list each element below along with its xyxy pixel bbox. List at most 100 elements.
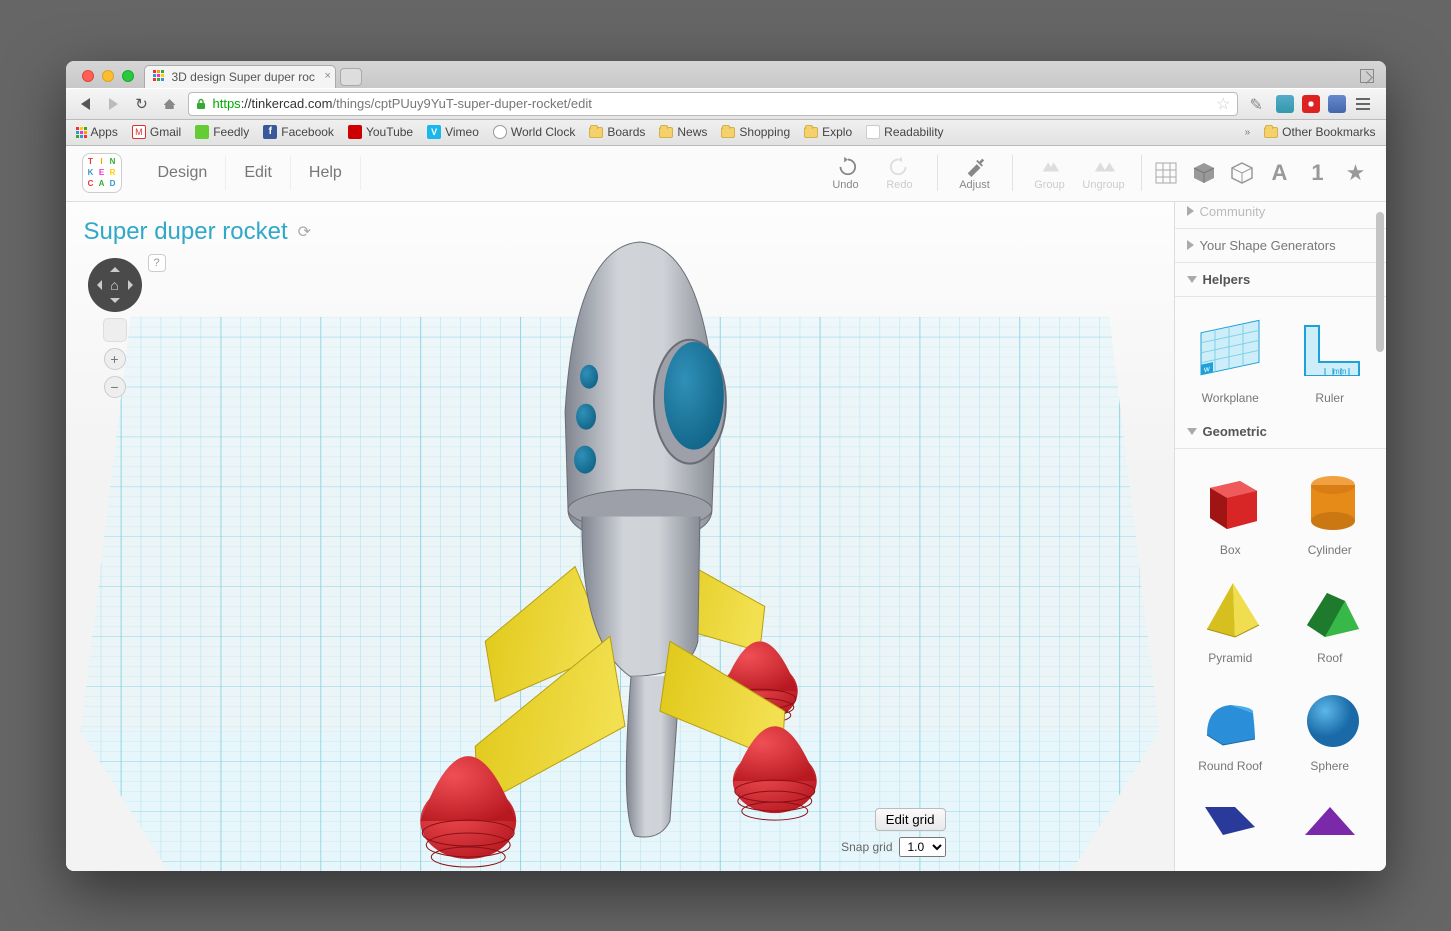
maximize-icon[interactable] xyxy=(1360,69,1374,83)
star-icon[interactable]: ★ xyxy=(1342,159,1370,187)
bookmark-news[interactable]: News xyxy=(659,125,707,139)
number-1-icon[interactable]: 1 xyxy=(1304,159,1332,187)
clock-icon xyxy=(493,125,507,139)
chevron-right-icon xyxy=(1187,206,1194,216)
shape-pyramid[interactable]: Pyramid xyxy=(1183,567,1279,665)
youtube-icon xyxy=(348,125,362,139)
project-title[interactable]: Super duper rocket ⟳ xyxy=(84,218,312,246)
menu-design[interactable]: Design xyxy=(140,156,227,190)
redo-button[interactable]: Redo xyxy=(873,155,927,191)
shape-roundroof[interactable]: Round Roof xyxy=(1183,675,1279,773)
bookmark-readability[interactable]: Readability xyxy=(866,125,943,139)
address-bar[interactable]: https ://tinkercad.com /things/cptPUuy9Y… xyxy=(188,92,1238,116)
action-group: Undo Redo Adjust Group Ung xyxy=(819,155,1370,191)
folder-icon xyxy=(589,127,603,138)
bookmark-feedly[interactable]: Feedly xyxy=(195,125,249,139)
shape-box[interactable]: Box xyxy=(1183,459,1279,557)
hole-cube-icon[interactable] xyxy=(1228,159,1256,187)
bookmark-boards[interactable]: Boards xyxy=(589,125,645,139)
bookmark-vimeo[interactable]: VVimeo xyxy=(427,125,479,139)
folder-icon xyxy=(804,127,818,138)
shapes-panel: Community Your Shape Generators Helpers … xyxy=(1174,202,1386,871)
shape-partial-1[interactable] xyxy=(1183,783,1279,861)
helper-ruler[interactable]: mm Ruler xyxy=(1282,307,1378,405)
overflow-chevron-icon[interactable]: » xyxy=(1245,127,1251,138)
snap-grid-select[interactable]: 1.0 xyxy=(899,837,946,857)
bookmark-shopping[interactable]: Shopping xyxy=(721,125,790,139)
zoom-out-button[interactable]: − xyxy=(104,376,126,398)
bookmark-facebook[interactable]: fFacebook xyxy=(263,125,334,139)
panel-generators[interactable]: Your Shape Generators xyxy=(1175,229,1386,263)
bookmark-other[interactable]: Other Bookmarks xyxy=(1264,125,1375,139)
forward-button[interactable] xyxy=(104,94,124,114)
solid-cube-icon[interactable] xyxy=(1190,159,1218,187)
bookmark-apps[interactable]: Apps xyxy=(76,125,118,139)
new-tab-button[interactable] xyxy=(340,68,362,86)
tab-strip: 3D design Super duper roc × xyxy=(66,61,1386,88)
bookmark-explo[interactable]: Explo xyxy=(804,125,852,139)
shape-roof[interactable]: Roof xyxy=(1282,567,1378,665)
bookmark-gmail[interactable]: MGmail xyxy=(132,125,181,139)
redo-icon xyxy=(889,155,911,177)
adjust-button[interactable]: Adjust xyxy=(948,155,1002,191)
extension-icons: ✎ xyxy=(1246,95,1376,113)
group-button[interactable]: Group xyxy=(1023,155,1077,191)
separator xyxy=(937,155,938,191)
adjust-icon xyxy=(964,155,986,177)
window-controls xyxy=(76,70,144,88)
panel-geometric[interactable]: Geometric xyxy=(1175,415,1386,449)
orbit-control[interactable] xyxy=(88,258,142,312)
panel-community[interactable]: Community xyxy=(1175,202,1386,229)
url-host: ://tinkercad.com xyxy=(241,96,333,111)
shape-partial-2[interactable] xyxy=(1282,783,1378,861)
edit-grid-button[interactable]: Edit grid xyxy=(875,808,946,831)
bookmark-worldclock[interactable]: World Clock xyxy=(493,125,575,139)
url-path: /things/cptPUuy9YuT-super-duper-rocket/e… xyxy=(332,96,591,111)
svg-text:mm: mm xyxy=(1333,367,1347,376)
tinkercad-app: TINKERCAD Design Edit Help Undo Redo A xyxy=(66,146,1386,871)
bookmark-youtube[interactable]: YouTube xyxy=(348,125,413,139)
back-button[interactable] xyxy=(76,94,96,114)
work-area: Super duper rocket ⟳ ? + − Edit grid xyxy=(66,202,1386,871)
lock-icon xyxy=(195,98,207,110)
facebook-icon: f xyxy=(263,125,277,139)
reload-button[interactable] xyxy=(132,94,152,114)
folder-icon xyxy=(659,127,673,138)
zoom-window-icon[interactable] xyxy=(122,70,134,82)
delicious-icon[interactable] xyxy=(1276,95,1294,113)
evernote-icon[interactable]: ✎ xyxy=(1250,95,1268,113)
menu-help[interactable]: Help xyxy=(291,156,361,190)
browser-toolbar: https ://tinkercad.com /things/cptPUuy9Y… xyxy=(66,88,1386,121)
scrollbar[interactable] xyxy=(1376,212,1384,352)
opera-icon[interactable] xyxy=(1302,95,1320,113)
extension-icon[interactable] xyxy=(1328,95,1346,113)
tinkercad-logo-icon[interactable]: TINKERCAD xyxy=(82,153,122,193)
helper-workplane[interactable]: w Workplane xyxy=(1183,307,1279,405)
panel-helpers[interactable]: Helpers xyxy=(1175,263,1386,297)
home-button[interactable] xyxy=(160,94,180,114)
bookmark-star-icon[interactable]: ☆ xyxy=(1212,94,1230,114)
menu-icon[interactable] xyxy=(1354,95,1372,113)
close-tab-icon[interactable]: × xyxy=(324,70,330,82)
apps-icon xyxy=(76,127,87,138)
shape-sphere[interactable]: Sphere xyxy=(1282,675,1378,773)
shape-mode-icons: A 1 ★ xyxy=(1152,159,1370,187)
minimize-window-icon[interactable] xyxy=(102,70,114,82)
letter-a-icon[interactable]: A xyxy=(1266,159,1294,187)
chevron-right-icon xyxy=(1187,240,1194,250)
snap-grid-label: Snap grid xyxy=(841,840,892,854)
page-icon xyxy=(866,125,880,139)
zoom-in-button[interactable]: + xyxy=(104,348,126,370)
ungroup-button[interactable]: Ungroup xyxy=(1077,155,1131,191)
menu-edit[interactable]: Edit xyxy=(226,156,291,190)
canvas[interactable]: Super duper rocket ⟳ ? + − Edit grid xyxy=(66,202,1174,871)
undo-button[interactable]: Undo xyxy=(819,155,873,191)
sync-icon[interactable]: ⟳ xyxy=(298,222,311,242)
shape-cylinder[interactable]: Cylinder xyxy=(1282,459,1378,557)
close-window-icon[interactable] xyxy=(82,70,94,82)
help-icon[interactable]: ? xyxy=(148,254,166,272)
chevron-down-icon xyxy=(1187,428,1197,435)
browser-tab[interactable]: 3D design Super duper roc × xyxy=(144,65,336,88)
fit-view-button[interactable] xyxy=(103,318,127,342)
workplane-tool-icon[interactable] xyxy=(1152,159,1180,187)
